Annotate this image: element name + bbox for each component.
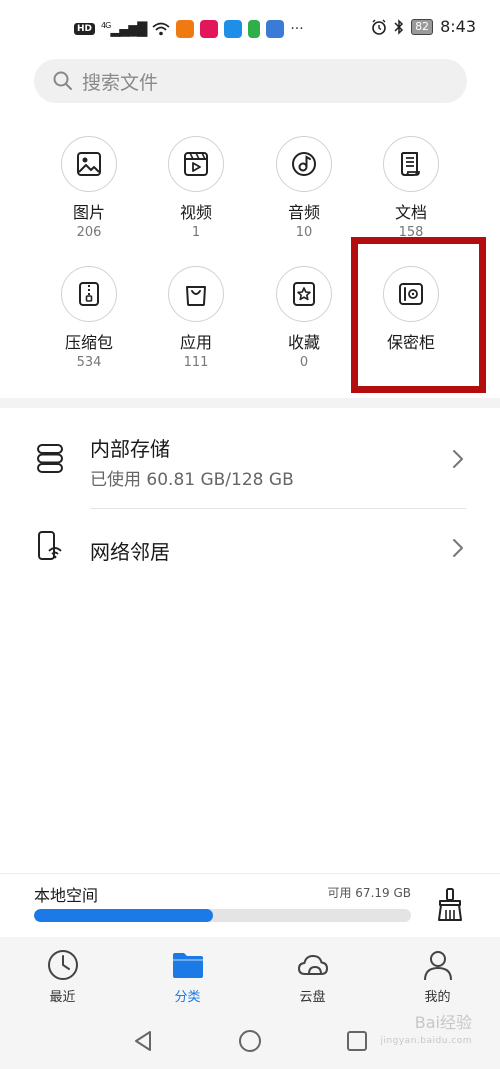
row-divider <box>90 508 466 509</box>
watermark-text: Bai经验 <box>414 1013 472 1032</box>
internal-storage-row[interactable]: 内部存储 已使用 60.81 GB/128 GB <box>0 420 500 508</box>
document-icon <box>383 136 439 192</box>
cloud-icon <box>297 955 328 975</box>
network-neighbor-row[interactable]: 网络邻居 <box>0 512 500 584</box>
nav-label: 分类 <box>174 990 201 1005</box>
category-videos[interactable]: 视频 1 <box>141 136 251 240</box>
favorite-star-icon <box>276 266 332 322</box>
local-space-panel[interactable]: 本地空间 可用 67.19 GB <box>0 873 500 937</box>
video-icon <box>168 136 224 192</box>
nav-recent[interactable]: 最近 <box>0 937 125 1011</box>
search-icon <box>53 71 72 90</box>
alarm-icon <box>372 19 386 35</box>
category-apps[interactable]: 应用 111 <box>141 266 251 370</box>
status-bar: HD 4G▂▄▆█ ··· 82 8:43 <box>0 0 500 56</box>
hd-indicator: HD <box>74 23 96 35</box>
internal-storage-title: 内部存储 <box>90 437 170 461</box>
network-type: 4G <box>101 20 111 30</box>
chevron-right-icon <box>453 450 463 468</box>
battery-level: 82 <box>411 18 434 35</box>
storage-icon <box>37 444 63 473</box>
back-icon[interactable] <box>131 1029 155 1053</box>
category-audio[interactable]: 音频 10 <box>249 136 359 240</box>
category-documents[interactable]: 文档 158 <box>356 136 466 240</box>
broom-clean-icon[interactable] <box>436 888 464 922</box>
storage-progress-bar <box>34 909 411 922</box>
person-icon <box>423 951 452 981</box>
network-neighbor-title: 网络邻居 <box>90 540 170 564</box>
search-bar[interactable]: 搜索文件 <box>34 59 467 103</box>
watermark-url: jingyan.baidu.com <box>380 1036 472 1046</box>
watermark: Bai经验 jingyan.baidu.com <box>380 1014 472 1050</box>
status-right: 82 8:43 <box>371 17 476 36</box>
bluetooth-icon <box>394 18 404 35</box>
storage-progress-fill <box>34 909 214 922</box>
category-label: 音频 <box>287 203 320 222</box>
category-count: 206 <box>76 225 102 240</box>
home-icon[interactable] <box>238 1029 262 1053</box>
status-left: HD 4G▂▄▆█ ··· <box>74 19 304 39</box>
category-label: 图片 <box>72 203 105 222</box>
audio-icon <box>276 136 332 192</box>
category-label: 视频 <box>179 203 212 222</box>
local-space-available: 可用 67.19 GB <box>327 886 411 900</box>
category-count: 0 <box>299 355 309 370</box>
category-count: 1 <box>191 225 201 240</box>
search-placeholder: 搜索文件 <box>82 71 159 94</box>
nav-cloud[interactable]: 云盘 <box>250 937 375 1011</box>
wifi-icon <box>152 22 170 36</box>
category-images[interactable]: 图片 206 <box>34 136 144 240</box>
local-space-title: 本地空间 <box>34 886 99 905</box>
archive-icon <box>61 266 117 322</box>
notification-app-icon <box>248 20 261 38</box>
network-neighbor-icon <box>38 531 62 560</box>
clock-time: 8:43 <box>440 17 476 36</box>
section-divider <box>0 398 500 408</box>
internal-storage-usage: 已使用 60.81 GB/128 GB <box>90 470 294 490</box>
image-icon <box>61 136 117 192</box>
bottom-navigation: 最近 分类 云盘 我的 <box>0 937 500 1011</box>
nav-label: 我的 <box>424 990 451 1005</box>
category-archives[interactable]: 压缩包 534 <box>34 266 144 370</box>
nav-mine[interactable]: 我的 <box>375 937 500 1011</box>
category-label: 压缩包 <box>64 333 113 352</box>
app-bag-icon <box>168 266 224 322</box>
more-notifications: ··· <box>290 21 304 37</box>
highlight-frame <box>351 237 486 393</box>
nav-label: 云盘 <box>299 990 326 1005</box>
nav-categories[interactable]: 分类 <box>125 937 250 1011</box>
category-count: 10 <box>295 225 313 240</box>
notification-app-icon <box>224 20 243 38</box>
cellular-signal-icon: 4G▂▄▆█ <box>101 20 147 38</box>
category-label: 收藏 <box>287 333 320 352</box>
category-count: 534 <box>76 355 102 370</box>
notification-app-icon <box>200 20 219 38</box>
category-label: 文档 <box>394 203 427 222</box>
category-label: 应用 <box>179 333 212 352</box>
notification-app-icon <box>176 20 195 38</box>
folder-icon <box>172 953 203 978</box>
category-count: 111 <box>183 355 209 370</box>
category-favorites[interactable]: 收藏 0 <box>249 266 359 370</box>
chevron-right-icon <box>453 539 463 557</box>
recent-apps-icon[interactable] <box>345 1029 369 1053</box>
notification-app-icon <box>266 20 285 38</box>
nav-label: 最近 <box>49 990 76 1005</box>
clock-icon <box>47 950 78 980</box>
